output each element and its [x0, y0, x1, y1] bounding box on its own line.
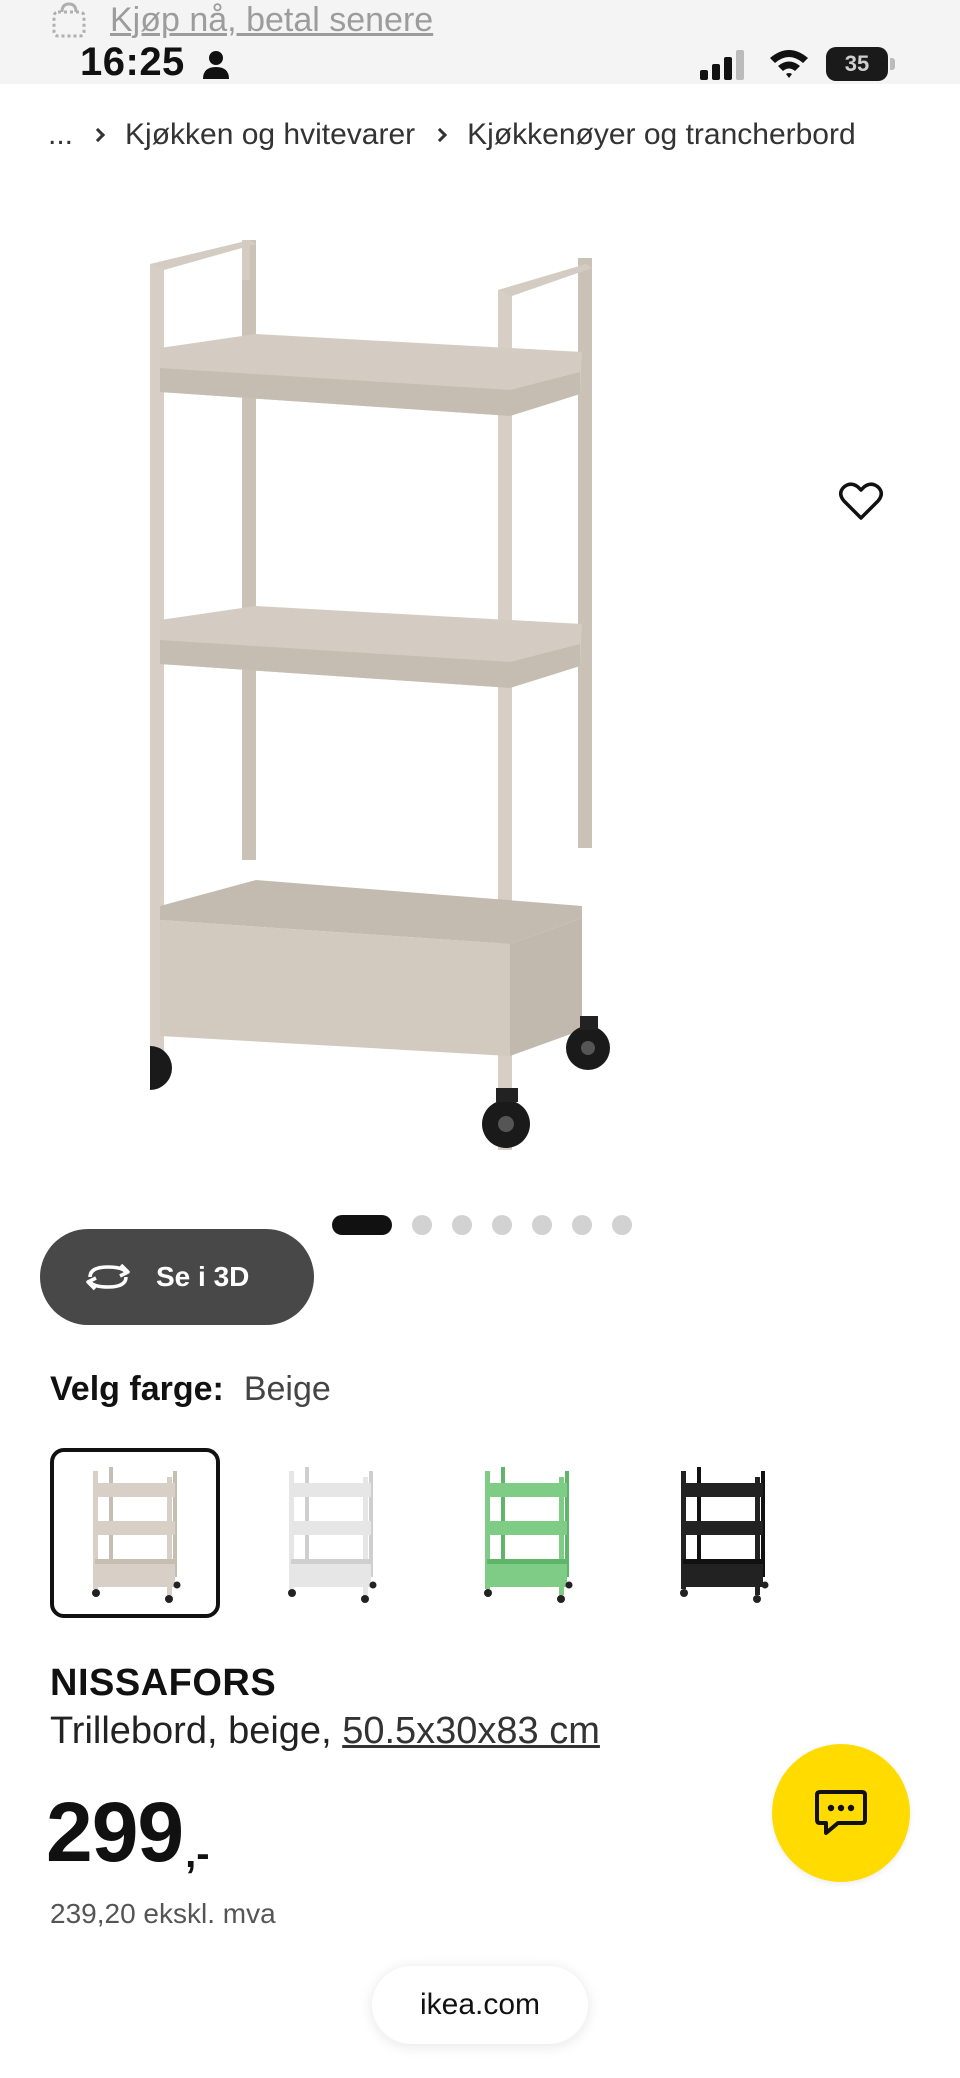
status-bar: Kjøp nå, betal senere 16:25 35	[0, 0, 960, 84]
color-label: Velg farge:	[50, 1370, 224, 1408]
price-main: 299	[46, 1785, 184, 1879]
color-selector-label-row: Velg farge: Beige	[50, 1370, 331, 1409]
pagination-dot-active[interactable]	[332, 1215, 392, 1235]
breadcrumb-kitchen[interactable]: Kjøkken og hvitevarer	[125, 118, 415, 152]
browser-url-pill[interactable]: ikea.com	[372, 1966, 588, 2044]
breadcrumb-kitchen-islands[interactable]: Kjøkkenøyer og trancherbord	[467, 118, 856, 152]
pagination-dot[interactable]	[412, 1215, 432, 1235]
color-swatches	[50, 1448, 808, 1618]
chat-support-button[interactable]	[772, 1744, 910, 1882]
chevron-right-icon	[433, 127, 448, 143]
product-dimensions-link[interactable]: 50.5x30x83 cm	[342, 1710, 600, 1752]
cellular-signal-icon	[700, 50, 744, 80]
price-excluding-vat: 239,20 ekskl. mva	[50, 1898, 276, 1929]
pagination-dot[interactable]	[612, 1215, 632, 1235]
product-gallery[interactable]: Se i 3D	[0, 190, 960, 1325]
banner-text: Kjøp nå, betal senere	[110, 0, 434, 39]
product-price: 299 ,-	[46, 1790, 210, 1874]
rotate-3d-icon	[86, 1263, 130, 1291]
pagination-dot[interactable]	[452, 1215, 472, 1235]
trolley-thumbnail-white	[288, 1467, 377, 1603]
color-swatch-black[interactable]	[638, 1448, 808, 1618]
color-swatch-beige[interactable]	[50, 1448, 220, 1618]
pagination-dot[interactable]	[492, 1215, 512, 1235]
status-time: 16:25	[80, 40, 185, 84]
chat-bubble-icon	[815, 1790, 867, 1835]
view-in-3d-button[interactable]: Se i 3D	[40, 1229, 314, 1325]
wishlist-heart-button[interactable]	[836, 476, 886, 526]
pagination-dot[interactable]	[532, 1215, 552, 1235]
breadcrumb-ellipsis[interactable]: ...	[48, 118, 73, 152]
product-description: Trillebord, beige, 50.5x30x83 cm	[50, 1710, 600, 1753]
view-in-3d-label: Se i 3D	[156, 1261, 250, 1292]
image-pagination	[332, 1214, 632, 1236]
selected-color-value: Beige	[243, 1370, 331, 1408]
wifi-icon	[770, 50, 808, 78]
breadcrumb: ... Kjøkken og hvitevarer Kjøkkenøyer og…	[48, 112, 856, 158]
pagination-dot[interactable]	[572, 1215, 592, 1235]
product-type-text: Trillebord, beige,	[50, 1710, 343, 1752]
trolley-thumbnail-beige	[92, 1467, 181, 1603]
chevron-right-icon	[90, 127, 106, 143]
heart-icon	[839, 482, 883, 520]
color-swatch-green[interactable]	[442, 1448, 612, 1618]
trolley-thumbnail-black	[680, 1467, 769, 1603]
shopping-bag-icon	[52, 2, 86, 38]
color-swatch-white[interactable]	[246, 1448, 416, 1618]
product-name: NISSAFORS	[50, 1662, 277, 1704]
price-suffix: ,-	[185, 1832, 210, 1876]
battery-icon: 35	[826, 47, 896, 81]
product-image-trolley[interactable]	[150, 230, 810, 1170]
person-icon	[203, 51, 229, 79]
buy-now-pay-later-banner[interactable]: Kjøp nå, betal senere	[50, 0, 433, 40]
trolley-thumbnail-green	[484, 1467, 573, 1603]
battery-level: 35	[844, 51, 870, 76]
